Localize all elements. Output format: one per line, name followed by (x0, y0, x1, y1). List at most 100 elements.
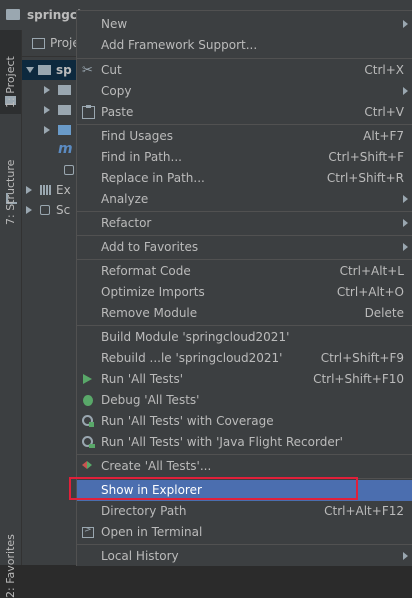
menu-separator (77, 325, 412, 326)
menu-item-label: New (101, 17, 128, 31)
menu-item-label: Run 'All Tests' with Coverage (101, 414, 274, 428)
menu-item-shortcut: Ctrl+Shift+F (328, 150, 404, 164)
menu-item-shortcut: Ctrl+Shift+R (326, 171, 404, 185)
view-icon (32, 38, 45, 49)
menu-item-directory-path[interactable]: Directory Path Ctrl+Alt+F12 (77, 501, 412, 522)
menu-item-shortcut: Alt+F7 (363, 129, 404, 143)
menu-item-label: Run 'All Tests' with 'Java Flight Record… (101, 435, 343, 449)
menu-item-rebuild-module[interactable]: Rebuild ...le 'springcloud2021' Ctrl+Shi… (77, 348, 412, 369)
menu-separator (77, 478, 412, 479)
maven-file-icon: m (58, 141, 73, 157)
scratches-icon (40, 205, 50, 215)
menu-item-copy[interactable]: Copy (77, 81, 412, 102)
cut-icon: ✂ (82, 63, 93, 78)
menu-item-cut[interactable]: ✂ Cut Ctrl+X (77, 60, 412, 81)
run-icon (83, 374, 92, 384)
menu-separator (77, 211, 412, 212)
collapse-arrow-icon[interactable] (44, 106, 50, 114)
project-panel: Proje sp m Ex Sc (22, 30, 82, 565)
tree-row[interactable] (22, 80, 82, 100)
collapse-arrow-icon[interactable] (26, 206, 32, 214)
paste-icon (82, 105, 95, 119)
menu-item-open-in-terminal[interactable]: Open in Terminal (77, 522, 412, 543)
submenu-arrow-icon (403, 552, 408, 560)
submenu-arrow-icon (403, 195, 408, 203)
menu-item-refactor[interactable]: Refactor (77, 213, 412, 234)
folder-icon (38, 65, 51, 75)
menu-item-label: Analyze (101, 192, 149, 206)
menu-item-paste[interactable]: Paste Ctrl+V (77, 102, 412, 123)
collapse-arrow-icon[interactable] (26, 186, 32, 194)
menu-item-run-with-coverage[interactable]: Run 'All Tests' with Coverage (77, 411, 412, 432)
menu-item-shortcut: Ctrl+X (364, 63, 404, 77)
menu-item-label: Run 'All Tests' (101, 372, 183, 386)
menu-item-shortcut: Delete (364, 306, 404, 320)
menu-separator (77, 58, 412, 59)
menu-item-label: Remove Module (101, 306, 198, 320)
left-tool-strip: 1: Project 7: Structure 2: Favorites (0, 30, 22, 598)
tree-row[interactable] (22, 120, 82, 140)
menu-item-local-history[interactable]: Local History (77, 546, 412, 567)
tab-structure-label: 7: Structure (4, 159, 17, 225)
tree-row[interactable]: m (22, 140, 82, 160)
menu-item-analyze[interactable]: Analyze (77, 189, 412, 210)
menu-item-optimize-imports[interactable]: Optimize Imports Ctrl+Alt+O (77, 282, 412, 303)
collapse-arrow-icon[interactable] (44, 126, 50, 134)
menu-item-shortcut: Ctrl+Alt+F12 (324, 504, 404, 518)
menu-item-label: Show in Explorer (101, 483, 202, 497)
create-test-icon (82, 461, 92, 469)
library-icon (40, 185, 51, 195)
menu-item-shortcut: Ctrl+Alt+L (339, 264, 404, 278)
menu-item-label: Find Usages (101, 129, 174, 143)
menu-item-run-with-flight-recorder[interactable]: Run 'All Tests' with 'Java Flight Record… (77, 432, 412, 453)
submenu-arrow-icon (403, 20, 408, 28)
menu-item-build-module[interactable]: Build Module 'springcloud2021' (77, 327, 412, 348)
project-panel-header: Proje (22, 30, 82, 57)
menu-item-label: Cut (101, 63, 122, 77)
expand-arrow-icon[interactable] (26, 67, 34, 73)
menu-item-label: Directory Path (101, 504, 187, 518)
menu-item-debug-all-tests[interactable]: Debug 'All Tests' (77, 390, 412, 411)
menu-item-new[interactable]: New (77, 14, 412, 35)
tree-row-root[interactable]: sp (22, 60, 82, 80)
terminal-icon (82, 525, 94, 538)
tree-row[interactable] (22, 160, 82, 180)
collapse-arrow-icon[interactable] (44, 86, 50, 94)
context-menu: New Add Framework Support... ✂ Cut Ctrl+… (76, 10, 412, 566)
menu-item-reformat-code[interactable]: Reformat Code Ctrl+Alt+L (77, 261, 412, 282)
menu-item-label: Reformat Code (101, 264, 191, 278)
menu-item-label: Refactor (101, 216, 152, 230)
submenu-arrow-icon (403, 219, 408, 227)
folder-icon (58, 125, 71, 135)
folder-icon (58, 85, 71, 95)
menu-item-find-usages[interactable]: Find Usages Alt+F7 (77, 126, 412, 147)
menu-separator (77, 259, 412, 260)
menu-item-label: Open in Terminal (101, 525, 203, 539)
tree-row-scratches[interactable]: Sc (22, 200, 82, 220)
tree-row-external-libraries[interactable]: Ex (22, 180, 82, 200)
menu-item-label: Add Framework Support... (101, 38, 258, 52)
tab-project-label: 1: Project (4, 56, 17, 108)
menu-item-label: Create 'All Tests'... (101, 459, 212, 473)
submenu-arrow-icon (403, 87, 408, 95)
menu-item-shortcut: Ctrl+Shift+F10 (313, 372, 404, 386)
menu-item-label: Replace in Path... (101, 171, 205, 185)
menu-item-run-all-tests[interactable]: Run 'All Tests' Ctrl+Shift+F10 (77, 369, 412, 390)
menu-item-replace-in-path[interactable]: Replace in Path... Ctrl+Shift+R (77, 168, 412, 189)
menu-item-label: Debug 'All Tests' (101, 393, 200, 407)
menu-item-show-in-explorer[interactable]: Show in Explorer (77, 480, 412, 501)
menu-item-remove-module[interactable]: Remove Module Delete (77, 303, 412, 324)
project-title: springcl (27, 8, 82, 22)
menu-item-label: Optimize Imports (101, 285, 205, 299)
debug-icon (83, 395, 93, 406)
menu-item-add-framework-support[interactable]: Add Framework Support... (77, 35, 412, 56)
menu-item-label: Local History (101, 549, 179, 563)
menu-item-find-in-path[interactable]: Find in Path... Ctrl+Shift+F (77, 147, 412, 168)
menu-item-add-to-favorites[interactable]: Add to Favorites (77, 237, 412, 258)
tree-row-label: Ex (56, 183, 71, 197)
menu-item-create-all-tests[interactable]: Create 'All Tests'... (77, 456, 412, 477)
menu-item-shortcut: Ctrl+Alt+O (336, 285, 404, 299)
tree-row[interactable] (22, 100, 82, 120)
tab-favorites-label: 2: Favorites (4, 534, 17, 598)
tab-project[interactable]: 1: Project (0, 30, 21, 114)
